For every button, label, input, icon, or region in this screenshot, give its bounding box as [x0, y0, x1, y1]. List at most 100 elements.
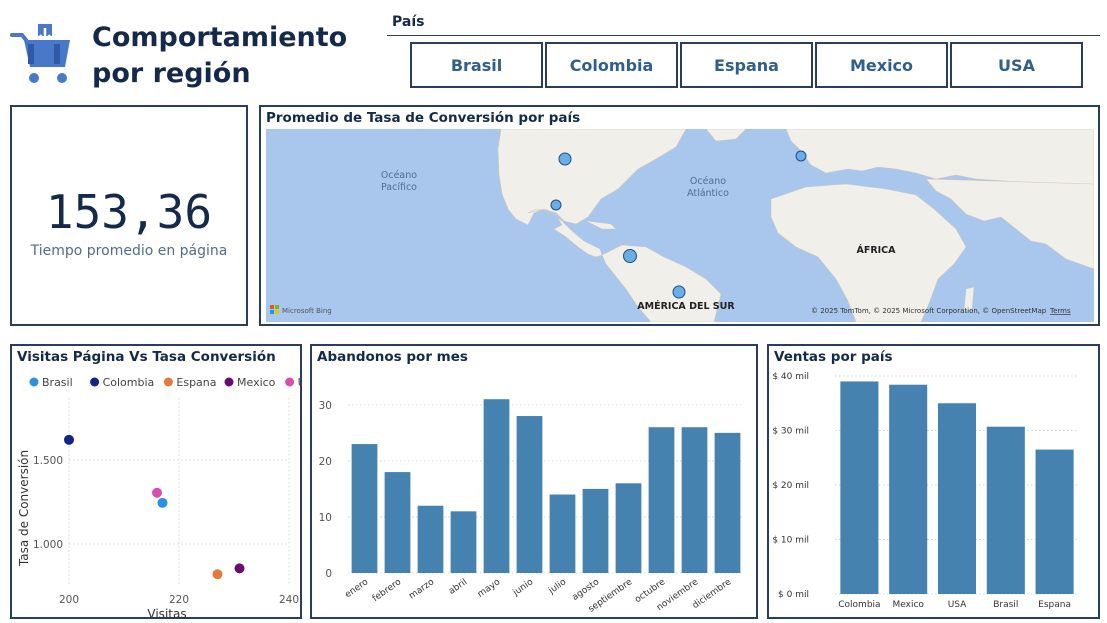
slicer-option-mexico[interactable]: Mexico — [815, 42, 948, 88]
abandonos-bar-junio — [516, 416, 543, 573]
ventas-xtick-label: Espana — [1038, 600, 1071, 610]
legend-label-colombia: Colombia — [103, 376, 155, 389]
abandonos-ytick-label: 0 — [325, 568, 332, 580]
ventas-ytick-label: $ 10 mil — [772, 536, 809, 546]
map-label-pacific-2: Pacífico — [381, 182, 417, 193]
ventas-bar-mexico — [889, 384, 928, 594]
abandonos-bar-marzo — [417, 505, 444, 573]
kpi-value: 153,36 — [45, 185, 213, 239]
ventas-bar-usa — [937, 403, 977, 594]
map-label-atlantic-2: Atlántico — [687, 188, 729, 199]
scatter-xtick-label: 200 — [59, 594, 79, 606]
ventas-chart: $ 0 mil $ 10 mil $ 20 mil $ 30 mil $ 40 mil C… — [772, 372, 1079, 610]
map-attribution[interactable]: © 2025 TomTom, © 2025 Microsoft Corporat… — [811, 307, 1047, 315]
ventas-title: Ventas por país — [774, 349, 893, 365]
scatter-ylabel: Tasa de Conversión — [17, 450, 31, 567]
slicer-divider — [387, 35, 1100, 36]
abandonos-xtick-label: junio — [511, 577, 536, 599]
abandonos-bar-octubre — [648, 427, 675, 573]
north-america-land — [497, 129, 687, 226]
ventas-xtick-label: Brasil — [993, 600, 1018, 610]
kpi-card[interactable]: 153,36 Tiempo promedio en página — [10, 105, 248, 326]
ventas-bar-espana — [1035, 449, 1074, 594]
ventas-xtick-label: USA — [948, 600, 967, 610]
legend-label-espana: Espana — [176, 376, 216, 389]
cart-logo-icon — [10, 22, 76, 88]
map-label-south-america: AMÉRICA DEL SUR — [637, 300, 735, 312]
legend-marker-usa — [285, 377, 295, 387]
abandonos-title: Abandonos por mes — [317, 349, 468, 365]
slicer-option-usa[interactable]: USA — [950, 42, 1083, 88]
abandonos-xtick-label: abril — [447, 577, 469, 597]
map-marker-brasil[interactable] — [672, 285, 686, 299]
scatter-point-brasil — [157, 497, 168, 508]
abandonos-card[interactable]: Abandonos por mes 0 10 20 30 enero febrero mar… — [310, 344, 758, 619]
scatter-xtick-label: 220 — [169, 594, 189, 606]
legend-label-usa: USA — [298, 376, 300, 389]
abandonos-bar-septiembre — [615, 483, 642, 573]
slicer-option-espana[interactable]: Espana — [680, 42, 813, 88]
abandonos-bar-mayo — [483, 399, 510, 573]
map-label-africa: ÁFRICA — [856, 244, 896, 256]
map-terms-link[interactable]: Terms — [1049, 307, 1071, 315]
scatter-point-usa — [152, 487, 162, 498]
scatter-point-mexico — [234, 563, 245, 574]
legend-marker-colombia — [90, 377, 100, 387]
abandonos-xtick-label: mayo — [476, 577, 503, 600]
map-bing-text: Microsoft Bing — [282, 307, 332, 315]
abandonos-xtick-label: febrero — [371, 577, 404, 604]
scatter-chart: Brasil Colombia Espana Mexico USA 200 220 240 1.… — [17, 376, 300, 618]
abandonos-xtick-label: julio — [546, 577, 568, 597]
abandonos-ytick-label: 10 — [319, 512, 332, 524]
abandonos-xtick-label: enero — [343, 577, 370, 600]
scatter-xlabel: Visitas — [147, 607, 186, 618]
ventas-ytick-label: $ 40 mil — [772, 372, 809, 382]
ventas-xtick-label: Colombia — [838, 600, 880, 610]
ventas-bar-brasil — [986, 426, 1025, 594]
abandonos-xtick-label: marzo — [407, 577, 436, 602]
caribbean-land — [585, 220, 617, 230]
map-title: Promedio de Tasa de Conversión por país — [266, 110, 581, 126]
slicer-option-colombia[interactable]: Colombia — [545, 42, 678, 88]
map-marker-mexico[interactable] — [550, 199, 562, 211]
map-marker-espana[interactable] — [795, 150, 807, 162]
scatter-ytick-label: 1.000 — [33, 539, 63, 551]
scatter-xtick-label: 240 — [279, 594, 299, 606]
map-marker-colombia[interactable] — [623, 249, 637, 263]
legend-marker-brasil — [29, 377, 39, 387]
ventas-ytick-label: $ 30 mil — [772, 427, 809, 437]
abandonos-bar-julio — [549, 494, 576, 573]
slicer-title: País — [392, 14, 425, 30]
map-label-atlantic-1: Océano — [690, 176, 726, 187]
ventas-xtick-label: Mexico — [892, 600, 924, 610]
abandonos-bar-diciembre — [714, 432, 741, 573]
page-title-line1: Comportamiento — [92, 22, 348, 53]
scatter-ytick-label: 1.500 — [33, 455, 63, 467]
abandonos-bar-abril — [450, 511, 477, 573]
greenland-land — [705, 129, 747, 142]
ventas-bar-colombia — [840, 381, 879, 594]
abandonos-chart: 0 10 20 30 enero febrero marzo abril mayo junio ju… — [319, 399, 744, 615]
ventas-card[interactable]: Ventas por país $ 0 mil $ 10 mil $ 20 mil $… — [767, 344, 1100, 619]
abandonos-bar-agosto — [582, 488, 609, 573]
bing-logo-icon — [270, 305, 279, 314]
abandonos-bar-febrero — [384, 472, 411, 573]
page-title-line2: por región — [92, 58, 251, 89]
scatter-point-colombia — [64, 434, 74, 445]
page-title: Comportamiento por región — [92, 20, 392, 92]
map-view[interactable]: Océano Pacífico Océano Atlántico ÁFRICA … — [266, 129, 1094, 322]
legend-label-brasil: Brasil — [42, 376, 73, 389]
legend-marker-mexico — [224, 377, 234, 387]
slicer-option-brasil[interactable]: Brasil — [410, 42, 543, 88]
map-marker-usa[interactable] — [558, 152, 572, 166]
scatter-title: Visitas Página Vs Tasa Conversión — [17, 349, 276, 365]
abandonos-bar-enero — [351, 444, 378, 573]
country-slicer: Brasil Colombia Espana Mexico USA — [410, 42, 1083, 88]
scatter-card[interactable]: Visitas Página Vs Tasa Conversión Brasil… — [10, 344, 302, 619]
scatter-point-espana — [212, 569, 223, 580]
abandonos-ytick-label: 30 — [319, 400, 332, 412]
legend-label-mexico: Mexico — [237, 376, 276, 389]
map-card[interactable]: Promedio de Tasa de Conversión por país … — [259, 105, 1100, 326]
kpi-label: Tiempo promedio en página — [30, 243, 228, 259]
legend-marker-espana — [163, 377, 173, 387]
